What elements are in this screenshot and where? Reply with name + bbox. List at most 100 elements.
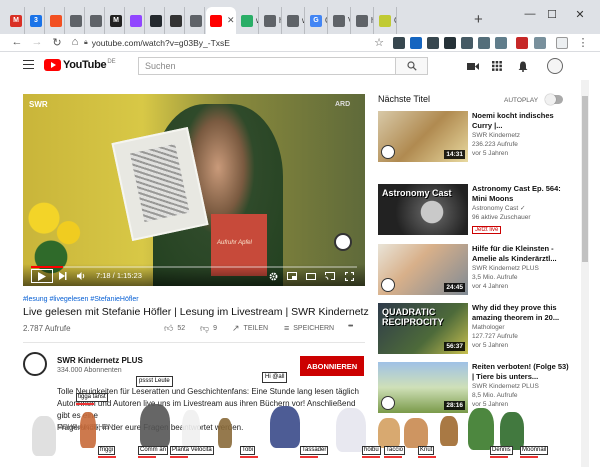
window-close-button[interactable]: ✕ bbox=[570, 8, 590, 21]
viewer-health-bar bbox=[76, 403, 94, 405]
video-thumbnail[interactable]: 24:45 bbox=[378, 244, 468, 295]
tab[interactable]: M bbox=[6, 7, 25, 34]
youtube-play-icon bbox=[44, 59, 61, 71]
channel-name[interactable]: SWR Kindernetz PLUS bbox=[57, 356, 143, 365]
channel-avatar[interactable] bbox=[23, 352, 47, 376]
channel-badge-icon[interactable] bbox=[334, 233, 352, 251]
viewer-health-bar bbox=[240, 456, 258, 458]
progress-bar[interactable] bbox=[31, 266, 357, 268]
home-icon[interactable]: ⌂ bbox=[68, 36, 82, 48]
up-next-heading: Nächste Titel bbox=[378, 94, 431, 104]
tab[interactable] bbox=[86, 7, 105, 34]
shield-icon[interactable] bbox=[516, 37, 528, 49]
hamburger-icon[interactable] bbox=[23, 60, 34, 69]
tab-title: htt bbox=[279, 16, 281, 25]
menu-dots-icon[interactable]: ⋮ bbox=[576, 36, 590, 49]
tab[interactable]: we bbox=[283, 7, 305, 34]
account-avatar[interactable] bbox=[547, 58, 563, 74]
extension-icon[interactable] bbox=[444, 37, 456, 49]
extension-icon[interactable] bbox=[534, 37, 546, 49]
extension-icon[interactable] bbox=[410, 37, 422, 49]
coin-icon bbox=[379, 14, 391, 27]
extension-icon[interactable] bbox=[495, 37, 507, 49]
extension-icon[interactable] bbox=[427, 37, 439, 49]
miniplayer-button[interactable] bbox=[286, 270, 298, 282]
tab[interactable] bbox=[66, 7, 85, 34]
recommended-video[interactable]: 14:31 Noemi kocht indisches Curry |... SWR… bbox=[378, 111, 574, 163]
bell-icon[interactable] bbox=[516, 60, 530, 72]
reload-icon[interactable]: ↻ bbox=[50, 36, 64, 49]
globe-icon bbox=[264, 14, 276, 27]
scrollbar-thumb[interactable] bbox=[582, 96, 588, 262]
recommended-title: Noemi kocht indisches Curry |... bbox=[472, 111, 554, 130]
tab[interactable] bbox=[186, 7, 205, 34]
recommended-video[interactable]: Astronomy Cast Astronomy Cast Ep. 564: Mi… bbox=[378, 184, 574, 236]
save-button[interactable]: ≡ SPEICHERN bbox=[284, 323, 334, 333]
more-actions-button[interactable]: ••• bbox=[348, 323, 353, 330]
video-thumbnail[interactable]: QUADRATIC RECIPROCITY 56:37 bbox=[378, 303, 468, 354]
channel-badge-icon bbox=[381, 396, 395, 410]
video-thumbnail[interactable]: 28:16 bbox=[378, 362, 468, 413]
forward-icon[interactable]: → bbox=[30, 36, 44, 48]
tab[interactable] bbox=[46, 7, 65, 34]
video-thumbnail[interactable]: 14:31 bbox=[378, 111, 468, 162]
tab[interactable]: 3 bbox=[26, 7, 45, 34]
settings-button[interactable] bbox=[267, 270, 279, 282]
share-button[interactable]: ↗ TEILEN bbox=[232, 323, 268, 334]
tab[interactable]: M bbox=[106, 7, 125, 34]
fullscreen-button[interactable] bbox=[343, 270, 355, 282]
bookmark-star-icon[interactable]: ☆ bbox=[372, 36, 386, 49]
extension-icon[interactable] bbox=[478, 37, 490, 49]
gmail-icon: M bbox=[10, 14, 22, 27]
address-bar[interactable]: 🔒︎ youtube.com/watch?v=g03By_-TxsE bbox=[84, 35, 394, 50]
tab[interactable]: we bbox=[237, 7, 259, 34]
subscribe-button[interactable]: ABONNIEREN bbox=[300, 356, 364, 376]
tab[interactable]: Vi bbox=[329, 7, 351, 34]
hashtags[interactable]: #lesung #livegelesen #StefanieHöfler bbox=[23, 296, 139, 303]
new-tab-button[interactable]: + bbox=[474, 12, 483, 27]
tab[interactable]: GGr bbox=[306, 7, 328, 34]
tab-close-icon[interactable]: ✕ bbox=[227, 15, 235, 26]
viewer-health-bar bbox=[300, 456, 318, 458]
tab[interactable]: htt bbox=[352, 7, 374, 34]
minimize-button[interactable]: — bbox=[520, 8, 540, 20]
youtube-logo[interactable]: YouTube DE bbox=[44, 59, 116, 71]
tab[interactable] bbox=[126, 7, 145, 34]
back-icon[interactable]: ← bbox=[10, 36, 24, 48]
volume-button[interactable] bbox=[75, 270, 87, 282]
next-button[interactable] bbox=[57, 270, 69, 282]
search-input[interactable]: Suchen bbox=[138, 57, 396, 75]
tab[interactable] bbox=[146, 7, 165, 34]
recommended-views: 127.727 Aufrufe bbox=[472, 333, 518, 340]
theater-icon bbox=[306, 272, 316, 280]
video-duration: 14:31 bbox=[444, 150, 465, 159]
create-video-icon[interactable] bbox=[466, 60, 480, 72]
recommended-video[interactable]: 28:16 Reiten verboten! (Folge 53) | Tiere… bbox=[378, 362, 574, 414]
tab[interactable]: htt bbox=[260, 7, 282, 34]
tab[interactable]: ✕ bbox=[206, 7, 236, 34]
tab[interactable] bbox=[166, 7, 185, 34]
recommended-video[interactable]: 24:45 Hilfe für die Kleinsten - Amelie al… bbox=[378, 244, 574, 296]
page-scrollbar[interactable] bbox=[581, 80, 589, 467]
search-button[interactable] bbox=[396, 57, 428, 75]
channel-badge-icon bbox=[381, 278, 395, 292]
apps-grid-icon[interactable] bbox=[490, 60, 504, 72]
play-button[interactable] bbox=[31, 269, 53, 283]
like-button[interactable]: 👍︎ 52 bbox=[164, 323, 185, 334]
dislike-button[interactable]: 👎︎ 9 bbox=[200, 323, 217, 334]
avatar-sprite bbox=[80, 412, 96, 448]
extension-icon[interactable] bbox=[393, 37, 405, 49]
autoplay-toggle[interactable] bbox=[545, 94, 563, 105]
cast-button[interactable] bbox=[324, 270, 336, 282]
wechat-icon bbox=[241, 14, 253, 27]
video-player[interactable]: Aufruhr Apfel SWR ARD 7:18 / 1:15:23 bbox=[23, 94, 365, 286]
profile-avatar[interactable] bbox=[556, 37, 568, 49]
maximize-button[interactable]: ☐ bbox=[542, 8, 562, 21]
tab[interactable]: C bbox=[375, 7, 397, 34]
viewer-nickname: Knut bbox=[418, 446, 435, 455]
extension-icon[interactable] bbox=[461, 37, 473, 49]
save-label: SPEICHERN bbox=[293, 324, 335, 332]
theater-button[interactable] bbox=[305, 270, 317, 282]
recommended-video[interactable]: QUADRATIC RECIPROCITY 56:37 Why did they p… bbox=[378, 303, 574, 355]
video-thumbnail[interactable]: Astronomy Cast bbox=[378, 184, 468, 235]
